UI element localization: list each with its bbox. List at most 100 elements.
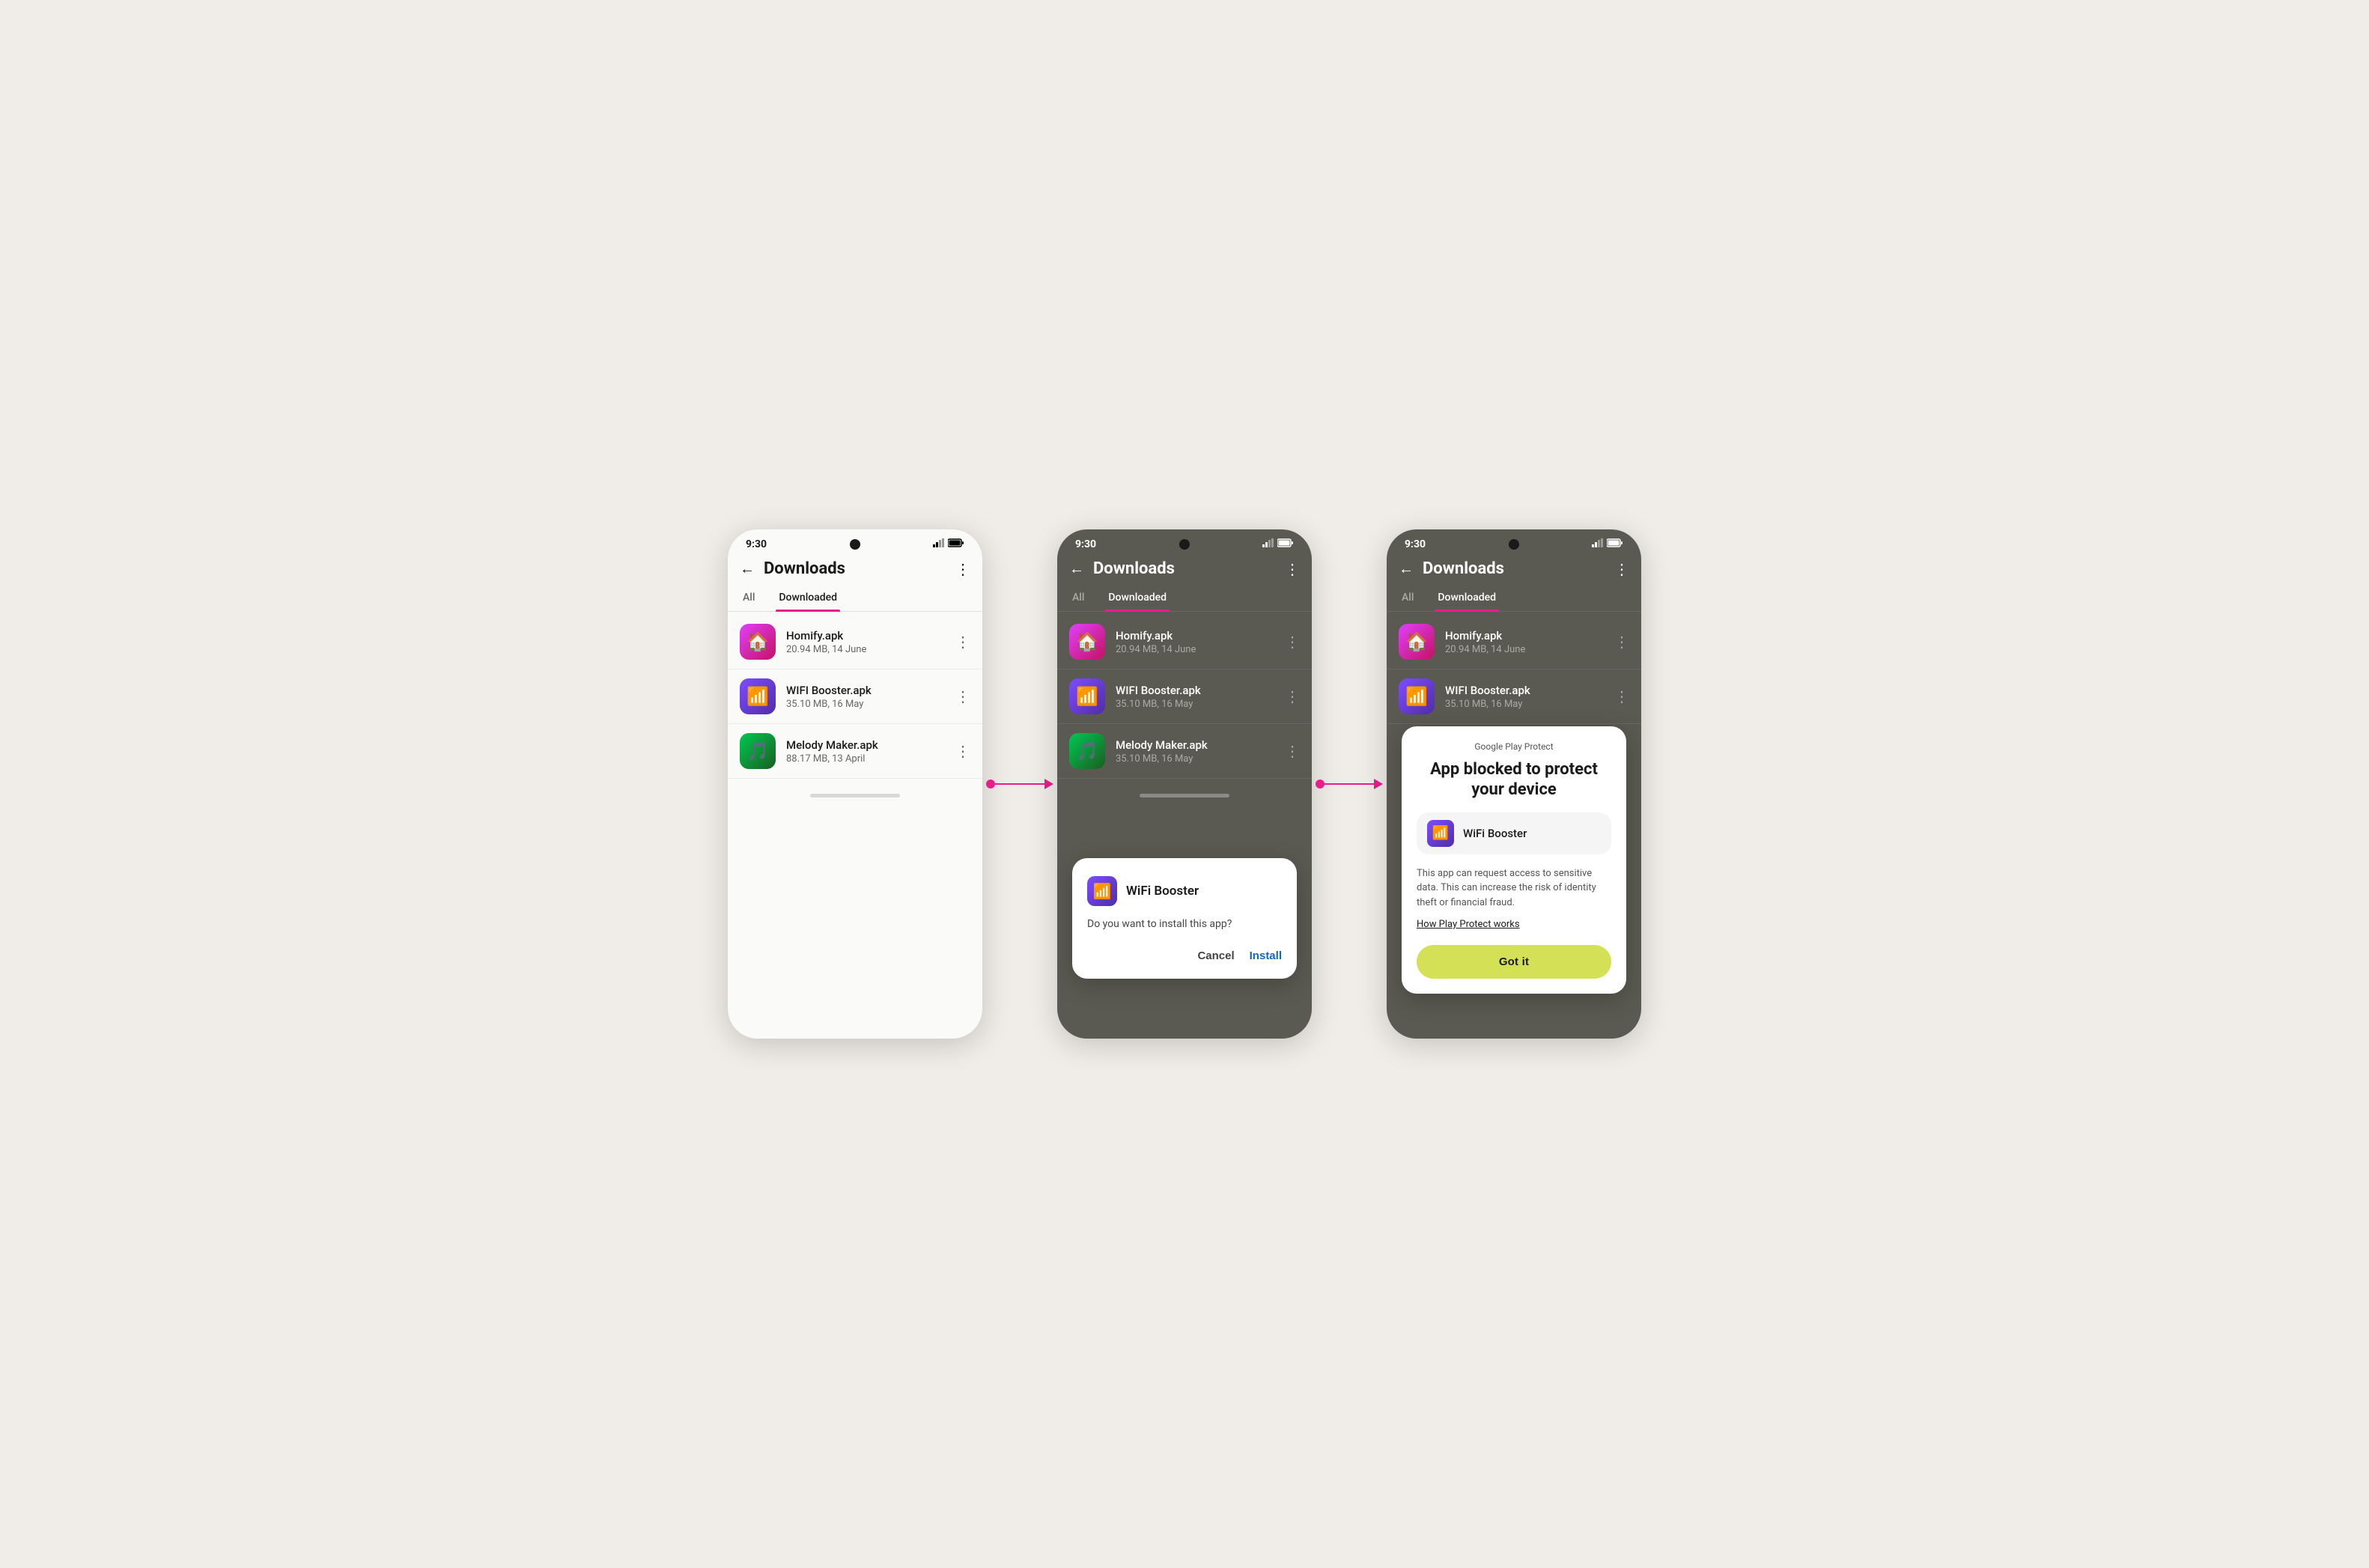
item-meta: 20.94 MB, 14 June	[1116, 644, 1274, 655]
tab-all-2[interactable]: All	[1069, 584, 1087, 611]
protect-app-icon: 📶	[1427, 820, 1454, 847]
install-dialog: 📶 WiFi Booster Do you want to install th…	[1072, 858, 1297, 979]
protect-app-chip: 📶 WiFi Booster	[1417, 812, 1611, 854]
app-icon-homify-2: 🏠	[1069, 624, 1105, 660]
item-more-icon[interactable]: ⋮	[955, 687, 970, 705]
more-button-1[interactable]: ⋮	[955, 560, 970, 578]
tab-downloaded-1[interactable]: Downloaded	[776, 584, 840, 611]
item-more-icon[interactable]: ⋮	[1285, 687, 1300, 705]
status-icons-1	[933, 538, 964, 550]
more-button-3[interactable]: ⋮	[1614, 560, 1629, 578]
item-more-icon[interactable]: ⋮	[1614, 633, 1629, 651]
back-button-1[interactable]: ←	[740, 559, 755, 578]
item-meta: 20.94 MB, 14 June	[786, 644, 945, 655]
app-bar-2: ← Downloads ⋮	[1057, 553, 1312, 584]
install-dialog-overlay: 📶 WiFi Booster Do you want to install th…	[1057, 858, 1312, 979]
arrow-head-1	[1044, 779, 1053, 789]
status-bar-1: 9:30	[728, 529, 982, 553]
item-info-melody-2: Melody Maker.apk 35.10 MB, 16 May	[1116, 738, 1274, 765]
protect-title: App blocked to protect your device	[1417, 759, 1611, 800]
home-indicator-3	[1469, 739, 1559, 743]
camera-dot-2	[1179, 539, 1190, 550]
camera-dot-1	[850, 539, 860, 550]
app-icon-wifi-2: 📶	[1069, 678, 1105, 714]
arrow-shaft-2	[1325, 783, 1374, 785]
back-button-2[interactable]: ←	[1069, 559, 1084, 578]
item-name: WIFI Booster.apk	[786, 684, 945, 697]
dialog-actions: Cancel Install	[1087, 945, 1282, 967]
battery-icon	[1277, 538, 1294, 550]
list-item: 🏠 Homify.apk 20.94 MB, 14 June ⋮	[1057, 615, 1312, 669]
tabs-2: All Downloaded	[1057, 584, 1312, 612]
battery-icon	[1607, 538, 1623, 550]
item-info-homify-1: Homify.apk 20.94 MB, 14 June	[786, 629, 945, 655]
more-button-2[interactable]: ⋮	[1285, 560, 1300, 578]
home-indicator-1	[810, 794, 900, 797]
home-indicator-2	[1140, 794, 1229, 797]
protect-body: This app can request access to sensitive…	[1417, 866, 1611, 911]
dialog-app-row: 📶 WiFi Booster	[1087, 876, 1282, 906]
item-more-icon[interactable]: ⋮	[1285, 742, 1300, 760]
item-info-melody-1: Melody Maker.apk 88.17 MB, 13 April	[786, 738, 945, 765]
arrow-1	[982, 779, 1057, 789]
status-icons-3	[1592, 538, 1623, 550]
tab-all-3[interactable]: All	[1399, 584, 1417, 611]
page-title-3: Downloads	[1423, 559, 1605, 578]
item-more-icon[interactable]: ⋮	[955, 742, 970, 760]
item-info-wifi-1: WIFI Booster.apk 35.10 MB, 16 May	[786, 684, 945, 710]
app-icon-melody-1: 🎵	[740, 733, 776, 769]
item-name: Melody Maker.apk	[1116, 738, 1274, 752]
phone-3: 9:30	[1387, 529, 1641, 1039]
item-more-icon[interactable]: ⋮	[955, 633, 970, 651]
list-item: 📶 WIFI Booster.apk 35.10 MB, 16 May ⋮	[1057, 669, 1312, 724]
how-protect-works-link[interactable]: How Play Protect works	[1417, 919, 1611, 930]
install-button[interactable]: Install	[1250, 945, 1282, 967]
item-name: Melody Maker.apk	[786, 738, 945, 752]
app-icon-homify-3: 🏠	[1399, 624, 1435, 660]
battery-icon	[948, 538, 964, 550]
item-more-icon[interactable]: ⋮	[1614, 687, 1629, 705]
item-info-wifi-3: WIFI Booster.apk 35.10 MB, 16 May	[1445, 684, 1604, 710]
item-more-icon[interactable]: ⋮	[1285, 633, 1300, 651]
tabs-1: All Downloaded	[728, 584, 982, 612]
back-button-3[interactable]: ←	[1399, 559, 1414, 578]
arrow-head-2	[1374, 779, 1383, 789]
arrow-shaft-1	[995, 783, 1044, 785]
phone-1: 9:30	[728, 529, 982, 1039]
item-meta: 35.10 MB, 16 May	[1116, 753, 1274, 765]
status-bar-3: 9:30	[1387, 529, 1641, 553]
tab-downloaded-2[interactable]: Downloaded	[1105, 584, 1170, 611]
tabs-3: All Downloaded	[1387, 584, 1641, 612]
list-item: 🎵 Melody Maker.apk 88.17 MB, 13 April ⋮	[728, 724, 982, 779]
app-bar-3: ← Downloads ⋮	[1387, 553, 1641, 584]
signal-icon	[933, 538, 945, 550]
page-title-2: Downloads	[1093, 559, 1276, 578]
list-item: 🏠 Homify.apk 20.94 MB, 14 June ⋮	[728, 615, 982, 669]
arrow-dot-2	[1316, 780, 1325, 788]
item-meta: 35.10 MB, 16 May	[786, 699, 945, 710]
arrow-2	[1312, 779, 1387, 789]
page-title-1: Downloads	[764, 559, 946, 578]
dialog-app-icon: 📶	[1087, 876, 1117, 906]
item-name: Homify.apk	[1445, 629, 1604, 642]
protect-app-name: WiFi Booster	[1463, 827, 1527, 840]
item-meta: 20.94 MB, 14 June	[1445, 644, 1604, 655]
cancel-button[interactable]: Cancel	[1197, 945, 1234, 967]
arrow-line-1	[986, 779, 1053, 789]
app-icon-melody-2: 🎵	[1069, 733, 1105, 769]
item-info-homify-2: Homify.apk 20.94 MB, 14 June	[1116, 629, 1274, 655]
status-bar-2: 9:30	[1057, 529, 1312, 553]
item-info-wifi-2: WIFI Booster.apk 35.10 MB, 16 May	[1116, 684, 1274, 710]
camera-dot-3	[1509, 539, 1519, 550]
dialog-app-name: WiFi Booster	[1126, 884, 1199, 899]
tab-downloaded-3[interactable]: Downloaded	[1435, 584, 1499, 611]
list-item: 📶 WIFI Booster.apk 35.10 MB, 16 May ⋮	[728, 669, 982, 724]
item-meta: 35.10 MB, 16 May	[1445, 699, 1604, 710]
tab-all-1[interactable]: All	[740, 584, 758, 611]
app-icon-wifi-1: 📶	[740, 678, 776, 714]
item-name: WIFI Booster.apk	[1445, 684, 1604, 697]
time-3: 9:30	[1405, 538, 1426, 550]
signal-icon	[1592, 538, 1604, 550]
got-it-button[interactable]: Got it	[1417, 945, 1611, 979]
item-name: Homify.apk	[786, 629, 945, 642]
